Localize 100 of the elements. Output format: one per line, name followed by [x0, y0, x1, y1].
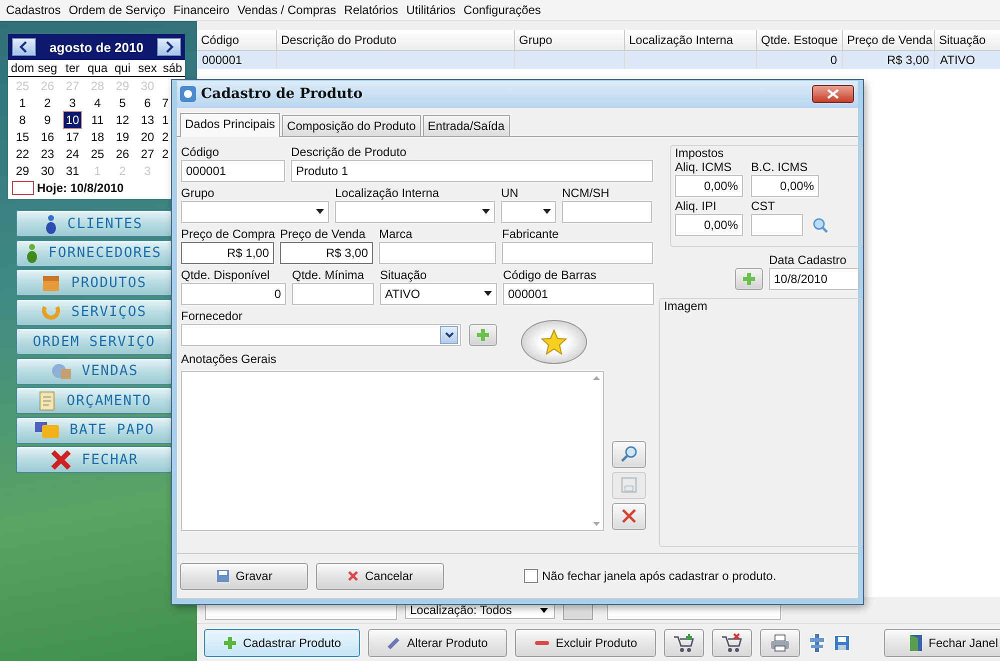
- calendar-day[interactable]: 10: [64, 112, 82, 128]
- notes-button[interactable]: [612, 502, 646, 530]
- calendar-day[interactable]: 7: [160, 94, 171, 110]
- date-field[interactable]: 10/8/2010: [769, 268, 859, 290]
- nav-button[interactable]: ORDEM SERVIÇO: [16, 328, 172, 355]
- dropdown-field[interactable]: ATIVO: [380, 282, 497, 305]
- calendar-day[interactable]: 23: [38, 146, 56, 162]
- calendar-day[interactable]: 25: [88, 146, 106, 162]
- table-row[interactable]: 000001 0 R$ 3,00 ATIVO: [197, 51, 1000, 69]
- calendar-day[interactable]: 12: [114, 112, 132, 128]
- add-supplier-button[interactable]: [469, 324, 497, 346]
- cancel-button[interactable]: Cancelar: [316, 562, 444, 590]
- nav-button[interactable]: FORNECEDORES: [16, 240, 172, 266]
- nav-button[interactable]: SERVIÇOS: [16, 298, 172, 326]
- calendar-day[interactable]: 19: [114, 128, 132, 144]
- input-field[interactable]: R$ 1,00: [181, 242, 274, 264]
- nav-button[interactable]: PRODUTOS: [16, 269, 172, 296]
- nav-button[interactable]: FECHAR: [16, 446, 172, 473]
- keep-open-checkbox[interactable]: Não fechar janela após cadastrar o produto.: [524, 569, 776, 584]
- calendar-day[interactable]: 26: [114, 146, 132, 162]
- calendar-day[interactable]: 13: [138, 112, 156, 128]
- calendar-day[interactable]: 29: [14, 162, 32, 178]
- supplier-dropdown[interactable]: [181, 324, 461, 346]
- input-field[interactable]: [562, 200, 652, 223]
- remove-from-cart-button[interactable]: [712, 629, 752, 657]
- menu-item[interactable]: Ordem de Serviço: [64, 3, 170, 17]
- tab[interactable]: Entrada/Saída: [422, 114, 510, 136]
- column-header[interactable]: Localização Interna: [625, 30, 757, 50]
- input-field[interactable]: [379, 242, 496, 264]
- close-window-button[interactable]: Fechar Janel: [884, 629, 1000, 657]
- search-icon[interactable]: [811, 216, 829, 234]
- print-button[interactable]: [760, 629, 800, 657]
- calendar-day[interactable]: 8: [17, 112, 28, 128]
- add-date-button[interactable]: [735, 268, 763, 290]
- column-header[interactable]: Qtde. Estoque: [757, 30, 843, 50]
- menu-item[interactable]: Configurações: [460, 3, 545, 17]
- calendar-day[interactable]: 2: [160, 128, 171, 144]
- calendar-day[interactable]: 2: [42, 94, 53, 110]
- today-link[interactable]: Hoje: 10/8/2010: [37, 181, 124, 195]
- dropdown-field[interactable]: [181, 200, 329, 223]
- input-field[interactable]: [751, 214, 803, 236]
- nav-button[interactable]: CLIENTES: [16, 210, 172, 237]
- menu-item[interactable]: Cadastros: [2, 3, 65, 17]
- calendar-day[interactable]: 1: [160, 112, 171, 128]
- dropdown-field[interactable]: [501, 200, 556, 223]
- save-button[interactable]: Gravar: [180, 562, 308, 590]
- input-field[interactable]: 0,00%: [751, 174, 819, 197]
- calendar-day[interactable]: 1: [17, 94, 28, 110]
- next-month-button[interactable]: [157, 38, 181, 56]
- calendar-day[interactable]: 4: [92, 94, 103, 110]
- calendar-day[interactable]: 9: [42, 112, 53, 128]
- column-header[interactable]: Grupo: [515, 30, 625, 50]
- previous-month-button[interactable]: [12, 38, 36, 56]
- menu-item[interactable]: Vendas / Compras: [233, 3, 340, 17]
- calendar-day[interactable]: 20: [138, 128, 156, 144]
- save-icon[interactable]: [834, 635, 850, 651]
- calendar-day[interactable]: 18: [88, 128, 106, 144]
- calendar-day[interactable]: 24: [64, 146, 82, 162]
- tool-icon[interactable]: [808, 633, 826, 653]
- menu-item[interactable]: Financeiro: [169, 3, 234, 17]
- calendar-day[interactable]: 5: [117, 94, 128, 110]
- toolbar-button[interactable]: Cadastrar Produto: [204, 629, 360, 657]
- tab[interactable]: Dados Principais: [180, 112, 280, 137]
- notes-field[interactable]: [181, 370, 604, 531]
- calendar-day[interactable]: 3: [67, 94, 78, 110]
- input-field[interactable]: 0,00%: [675, 174, 743, 197]
- input-field[interactable]: [502, 242, 653, 264]
- calendar-day[interactable]: 16: [38, 128, 56, 144]
- close-button[interactable]: [812, 85, 854, 104]
- tab[interactable]: Composição do Produto: [282, 114, 421, 136]
- input-field[interactable]: 0,00%: [675, 214, 743, 236]
- input-field[interactable]: 0: [181, 282, 286, 305]
- input-field[interactable]: Produto 1: [291, 160, 653, 182]
- calendar-day[interactable]: 6: [142, 94, 153, 110]
- input-field[interactable]: [292, 282, 374, 305]
- notes-button[interactable]: [612, 440, 646, 468]
- column-header[interactable]: Código: [197, 30, 277, 50]
- calendar-day[interactable]: 27: [138, 146, 156, 162]
- calendar-day[interactable]: 22: [14, 146, 32, 162]
- column-header[interactable]: Preço de Venda: [843, 30, 935, 50]
- calendar-day[interactable]: 2: [160, 146, 171, 162]
- calendar-day[interactable]: 11: [89, 112, 106, 128]
- toolbar-button[interactable]: Excluir Produto: [514, 629, 656, 657]
- input-field[interactable]: 000001: [181, 160, 285, 182]
- menu-item[interactable]: Utilitários: [402, 3, 460, 17]
- add-to-cart-button[interactable]: [664, 629, 704, 657]
- nav-button[interactable]: ORÇAMENTO: [16, 387, 172, 414]
- column-header[interactable]: Descrição do Produto: [277, 30, 515, 50]
- calendar-day[interactable]: 30: [38, 162, 56, 178]
- checkbox[interactable]: [524, 569, 538, 584]
- calendar-day[interactable]: 15: [14, 128, 32, 144]
- input-field[interactable]: R$ 3,00: [280, 242, 373, 264]
- dropdown-field[interactable]: [335, 200, 495, 223]
- menu-item[interactable]: Relatórios: [340, 3, 402, 17]
- calendar-day[interactable]: 17: [64, 128, 82, 144]
- toolbar-button[interactable]: Alterar Produto: [368, 629, 507, 657]
- input-field[interactable]: 000001: [503, 282, 654, 305]
- column-header[interactable]: Situação: [935, 30, 1000, 50]
- nav-button[interactable]: VENDAS: [16, 358, 172, 384]
- nav-button[interactable]: BATE PAPO: [16, 416, 172, 444]
